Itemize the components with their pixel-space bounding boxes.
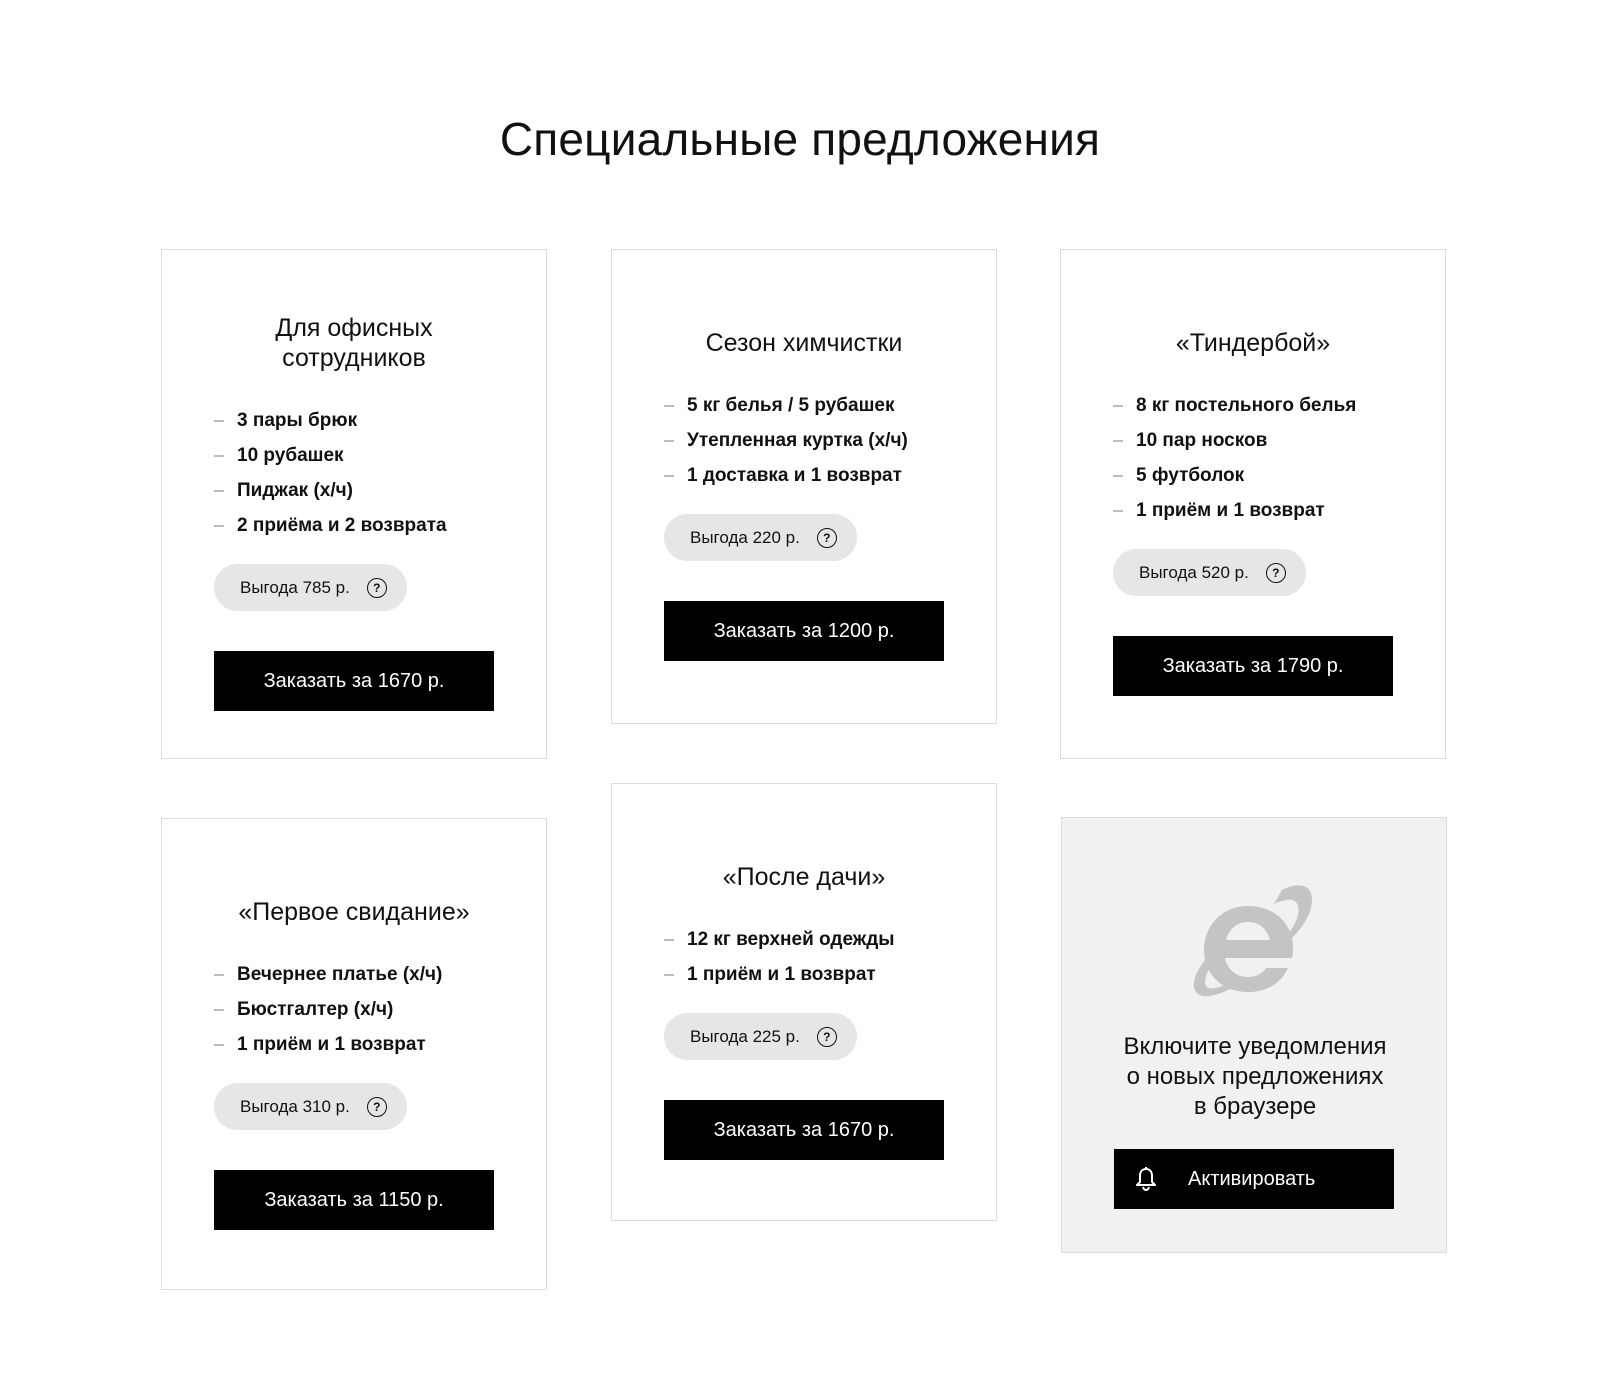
feature-text: 1 приём и 1 возврат bbox=[1136, 499, 1325, 521]
feature-text: 5 кг белья / 5 рубашек bbox=[687, 394, 895, 416]
feature-item: 10 рубашек bbox=[214, 438, 494, 473]
dash-icon bbox=[214, 454, 224, 457]
order-button[interactable]: Заказать за 1200 р. bbox=[664, 601, 944, 661]
offer-title-line: Для офисных bbox=[275, 314, 433, 342]
savings-text: Выгода 310 р. bbox=[240, 1096, 350, 1116]
dash-icon bbox=[1113, 474, 1123, 477]
order-button[interactable]: Заказать за 1150 р. bbox=[214, 1170, 494, 1230]
offer-card-after-dacha: «После дачи» 12 кг верхней одежды 1 приё… bbox=[611, 783, 997, 1221]
feature-text: 12 кг верхней одежды bbox=[687, 928, 895, 950]
feature-item: Бюстгалтер (х/ч) bbox=[214, 992, 494, 1027]
dash-icon bbox=[214, 1008, 224, 1011]
feature-text: 3 пары брюк bbox=[237, 409, 358, 431]
savings-text: Выгода 785 р. bbox=[240, 577, 350, 597]
feature-text: 2 приёма и 2 возврата bbox=[237, 514, 447, 536]
offer-card-first-date: «Первое свидание» Вечернее платье (х/ч) … bbox=[161, 818, 547, 1290]
savings-badge[interactable]: Выгода 220 р. ? bbox=[664, 514, 857, 561]
dash-icon bbox=[1113, 509, 1123, 512]
notification-text: Включите уведомления о новых предложения… bbox=[1062, 1032, 1448, 1122]
help-icon[interactable]: ? bbox=[366, 577, 387, 598]
offer-title: «Тиндербой» bbox=[1113, 328, 1393, 358]
order-button[interactable]: Заказать за 1670 р. bbox=[214, 651, 494, 711]
offer-features: Вечернее платье (х/ч) Бюстгалтер (х/ч) 1… bbox=[214, 957, 494, 1062]
offer-features: 3 пары брюк 10 рубашек Пиджак (х/ч) 2 пр… bbox=[214, 403, 494, 543]
feature-text: 1 приём и 1 возврат bbox=[687, 963, 876, 985]
feature-item: 1 приём и 1 возврат bbox=[214, 1027, 494, 1062]
feature-item: 12 кг верхней одежды bbox=[664, 922, 944, 957]
feature-text: 1 приём и 1 возврат bbox=[237, 1033, 426, 1055]
feature-text: Бюстгалтер (х/ч) bbox=[237, 998, 394, 1020]
savings-text: Выгода 225 р. bbox=[690, 1026, 800, 1046]
offer-title: «Первое свидание» bbox=[214, 897, 494, 927]
offer-title: «После дачи» bbox=[664, 862, 944, 892]
offer-title-line: Сезон химчистки bbox=[705, 329, 903, 357]
order-button[interactable]: Заказать за 1790 р. bbox=[1113, 636, 1393, 696]
dash-icon bbox=[664, 973, 674, 976]
help-icon[interactable]: ? bbox=[1265, 562, 1286, 583]
feature-text: Вечернее платье (х/ч) bbox=[237, 963, 443, 985]
feature-item: 1 приём и 1 возврат bbox=[664, 957, 944, 992]
help-icon[interactable]: ? bbox=[816, 1026, 837, 1047]
feature-item: Вечернее платье (х/ч) bbox=[214, 957, 494, 992]
activate-label: Активировать bbox=[1188, 1168, 1316, 1190]
feature-item: Пиджак (х/ч) bbox=[214, 473, 494, 508]
dash-icon bbox=[214, 419, 224, 422]
dash-icon bbox=[214, 973, 224, 976]
help-icon[interactable]: ? bbox=[816, 527, 837, 548]
feature-text: 8 кг постельного белья bbox=[1136, 394, 1357, 416]
notification-text-line: Включите уведомления bbox=[1123, 1033, 1387, 1060]
notification-text-line: в браузере bbox=[1193, 1093, 1317, 1120]
dash-icon bbox=[664, 474, 674, 477]
offer-title: Сезон химчистки bbox=[664, 328, 944, 358]
dash-icon bbox=[1113, 439, 1123, 442]
offer-card-tinderboy: «Тиндербой» 8 кг постельного белья 10 па… bbox=[1060, 249, 1446, 759]
offer-card-dry-cleaning: Сезон химчистки 5 кг белья / 5 рубашек У… bbox=[611, 249, 997, 724]
feature-item: 1 доставка и 1 возврат bbox=[664, 458, 944, 493]
offer-title: Для офисных сотрудников bbox=[214, 313, 494, 373]
savings-text: Выгода 520 р. bbox=[1139, 562, 1249, 582]
savings-badge[interactable]: Выгода 520 р. ? bbox=[1113, 549, 1306, 596]
notification-text-line: о новых предложениях bbox=[1126, 1063, 1384, 1090]
feature-item: 5 кг белья / 5 рубашек bbox=[664, 388, 944, 423]
internet-explorer-icon bbox=[1193, 885, 1312, 997]
offer-title-line: сотрудников bbox=[282, 344, 426, 372]
offer-features: 8 кг постельного белья 10 пар носков 5 ф… bbox=[1113, 388, 1393, 528]
dash-icon bbox=[214, 524, 224, 527]
offer-title-line: «Первое свидание» bbox=[238, 898, 470, 926]
notification-promo-card: Включите уведомления о новых предложения… bbox=[1061, 817, 1447, 1253]
feature-item: 10 пар носков bbox=[1113, 423, 1393, 458]
dash-icon bbox=[664, 938, 674, 941]
feature-text: 10 пар носков bbox=[1136, 429, 1268, 451]
savings-badge[interactable]: Выгода 785 р. ? bbox=[214, 564, 407, 611]
order-button[interactable]: Заказать за 1670 р. bbox=[664, 1100, 944, 1160]
dash-icon bbox=[664, 404, 674, 407]
savings-badge[interactable]: Выгода 310 р. ? bbox=[214, 1083, 407, 1130]
feature-text: 5 футболок bbox=[1136, 464, 1245, 486]
offer-title-line: «После дачи» bbox=[722, 863, 886, 891]
feature-text: 1 доставка и 1 возврат bbox=[687, 464, 902, 486]
offer-card-office: Для офисных сотрудников 3 пары брюк 10 р… bbox=[161, 249, 547, 759]
feature-text: 10 рубашек bbox=[237, 444, 344, 466]
feature-item: 3 пары брюк bbox=[214, 403, 494, 438]
offer-features: 12 кг верхней одежды 1 приём и 1 возврат bbox=[664, 922, 944, 992]
feature-item: Утепленная куртка (х/ч) bbox=[664, 423, 944, 458]
dash-icon bbox=[1113, 404, 1123, 407]
feature-item: 8 кг постельного белья bbox=[1113, 388, 1393, 423]
dash-icon bbox=[214, 489, 224, 492]
savings-text: Выгода 220 р. bbox=[690, 527, 800, 547]
savings-badge[interactable]: Выгода 225 р. ? bbox=[664, 1013, 857, 1060]
dash-icon bbox=[664, 439, 674, 442]
offer-title-line: «Тиндербой» bbox=[1175, 329, 1331, 357]
feature-item: 1 приём и 1 возврат bbox=[1113, 493, 1393, 528]
page-title: Специальные предложения bbox=[499, 113, 1101, 165]
offer-features: 5 кг белья / 5 рубашек Утепленная куртка… bbox=[664, 388, 944, 493]
help-icon[interactable]: ? bbox=[366, 1096, 387, 1117]
feature-text: Пиджак (х/ч) bbox=[237, 479, 353, 501]
feature-text: Утепленная куртка (х/ч) bbox=[687, 429, 908, 451]
feature-item: 5 футболок bbox=[1113, 458, 1393, 493]
dash-icon bbox=[214, 1043, 224, 1046]
feature-item: 2 приёма и 2 возврата bbox=[214, 508, 494, 543]
activate-notifications-button[interactable]: Активировать bbox=[1114, 1149, 1394, 1209]
bell-icon bbox=[1136, 1167, 1156, 1192]
